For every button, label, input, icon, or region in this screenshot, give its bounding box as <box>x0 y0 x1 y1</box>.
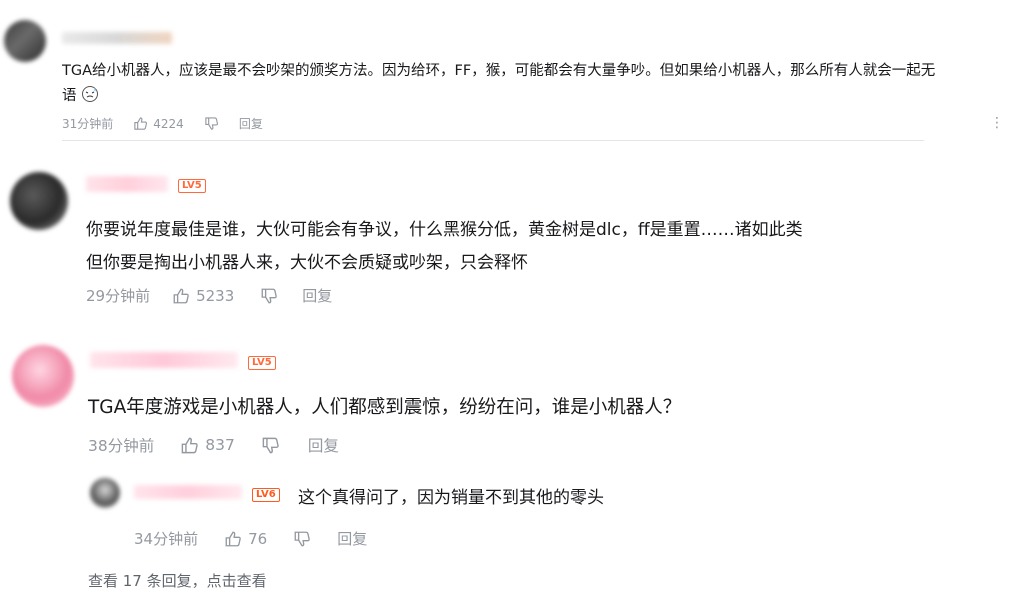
dislike-button[interactable] <box>204 116 219 131</box>
like-button[interactable]: 76 <box>224 530 267 548</box>
thumbs-down-icon <box>260 287 278 305</box>
more-options-icon[interactable]: ⋮ <box>990 116 1004 130</box>
reply-time: 34分钟前 <box>134 530 199 548</box>
like-count: 76 <box>248 529 268 548</box>
reply-text: 这个真得问了，因为销量不到其他的零头 <box>298 488 604 508</box>
thumbs-down-icon <box>293 530 311 548</box>
like-button[interactable]: 4224 <box>133 116 184 131</box>
comment-text: 你要说年度最佳是谁，大伙可能会有争议，什么黑猴分低，黄金树是dlc，ff是重置…… <box>86 220 803 240</box>
comment-text-line2: 语 <box>62 84 99 107</box>
view-more-replies-link[interactable]: 查看 17 条回复，点击查看 <box>88 570 267 591</box>
comment-text-line2: 但你要是掏出小机器人来，大伙不会质疑或吵架，只会释怀 <box>86 253 528 273</box>
avatar[interactable] <box>4 20 46 62</box>
like-count: 4224 <box>153 116 184 131</box>
comment-meta: 29分钟前 5233 回复 <box>86 285 332 306</box>
like-button[interactable]: 5233 <box>172 287 234 305</box>
comment-meta: 31分钟前 4224 回复 <box>62 115 263 132</box>
reply-button[interactable]: 回复 <box>302 285 332 306</box>
reply-button[interactable]: 回复 <box>337 528 367 549</box>
comment-meta: 38分钟前 837 回复 <box>88 434 339 456</box>
thumbs-up-icon <box>180 436 199 455</box>
like-count: 837 <box>205 436 235 454</box>
reply-button[interactable]: 回复 <box>239 115 263 132</box>
reply-button[interactable]: 回复 <box>308 434 339 456</box>
comment-text: TGA给小机器人，应该是最不会吵架的颁奖方法。因为给环，FF，猴，可能都会有大量… <box>62 63 936 79</box>
username[interactable] <box>62 32 172 44</box>
like-count: 5233 <box>196 286 235 305</box>
thumbs-up-icon <box>172 287 190 305</box>
thumbs-up-icon <box>224 530 242 548</box>
thumbs-down-icon <box>261 436 280 455</box>
level-badge: LV6 <box>252 488 280 502</box>
comment-text: TGA年度游戏是小机器人，人们都感到震惊，纷纷在问，谁是小机器人？ <box>88 397 682 418</box>
comment-time: 31分钟前 <box>62 117 114 131</box>
thumbs-down-icon <box>204 116 219 131</box>
level-badge: LV5 <box>178 179 206 193</box>
like-button[interactable]: 837 <box>180 436 235 455</box>
username[interactable] <box>86 176 168 192</box>
thumbs-up-icon <box>133 116 148 131</box>
level-badge: LV5 <box>248 356 276 370</box>
dislike-button[interactable] <box>293 530 311 548</box>
dislike-button[interactable] <box>260 287 278 305</box>
sweat-emoji-icon <box>81 85 99 107</box>
comment-text-tail: 语 <box>62 88 77 104</box>
reply-meta: 34分钟前 76 回复 <box>134 528 367 549</box>
avatar[interactable] <box>12 345 74 407</box>
reply-username[interactable] <box>134 485 242 499</box>
username[interactable] <box>90 352 238 368</box>
comment-time: 29分钟前 <box>86 287 151 305</box>
divider <box>62 140 924 141</box>
avatar[interactable] <box>10 172 68 230</box>
reply-avatar[interactable] <box>90 478 120 508</box>
comment-time: 38分钟前 <box>88 437 155 455</box>
dislike-button[interactable] <box>261 436 280 455</box>
